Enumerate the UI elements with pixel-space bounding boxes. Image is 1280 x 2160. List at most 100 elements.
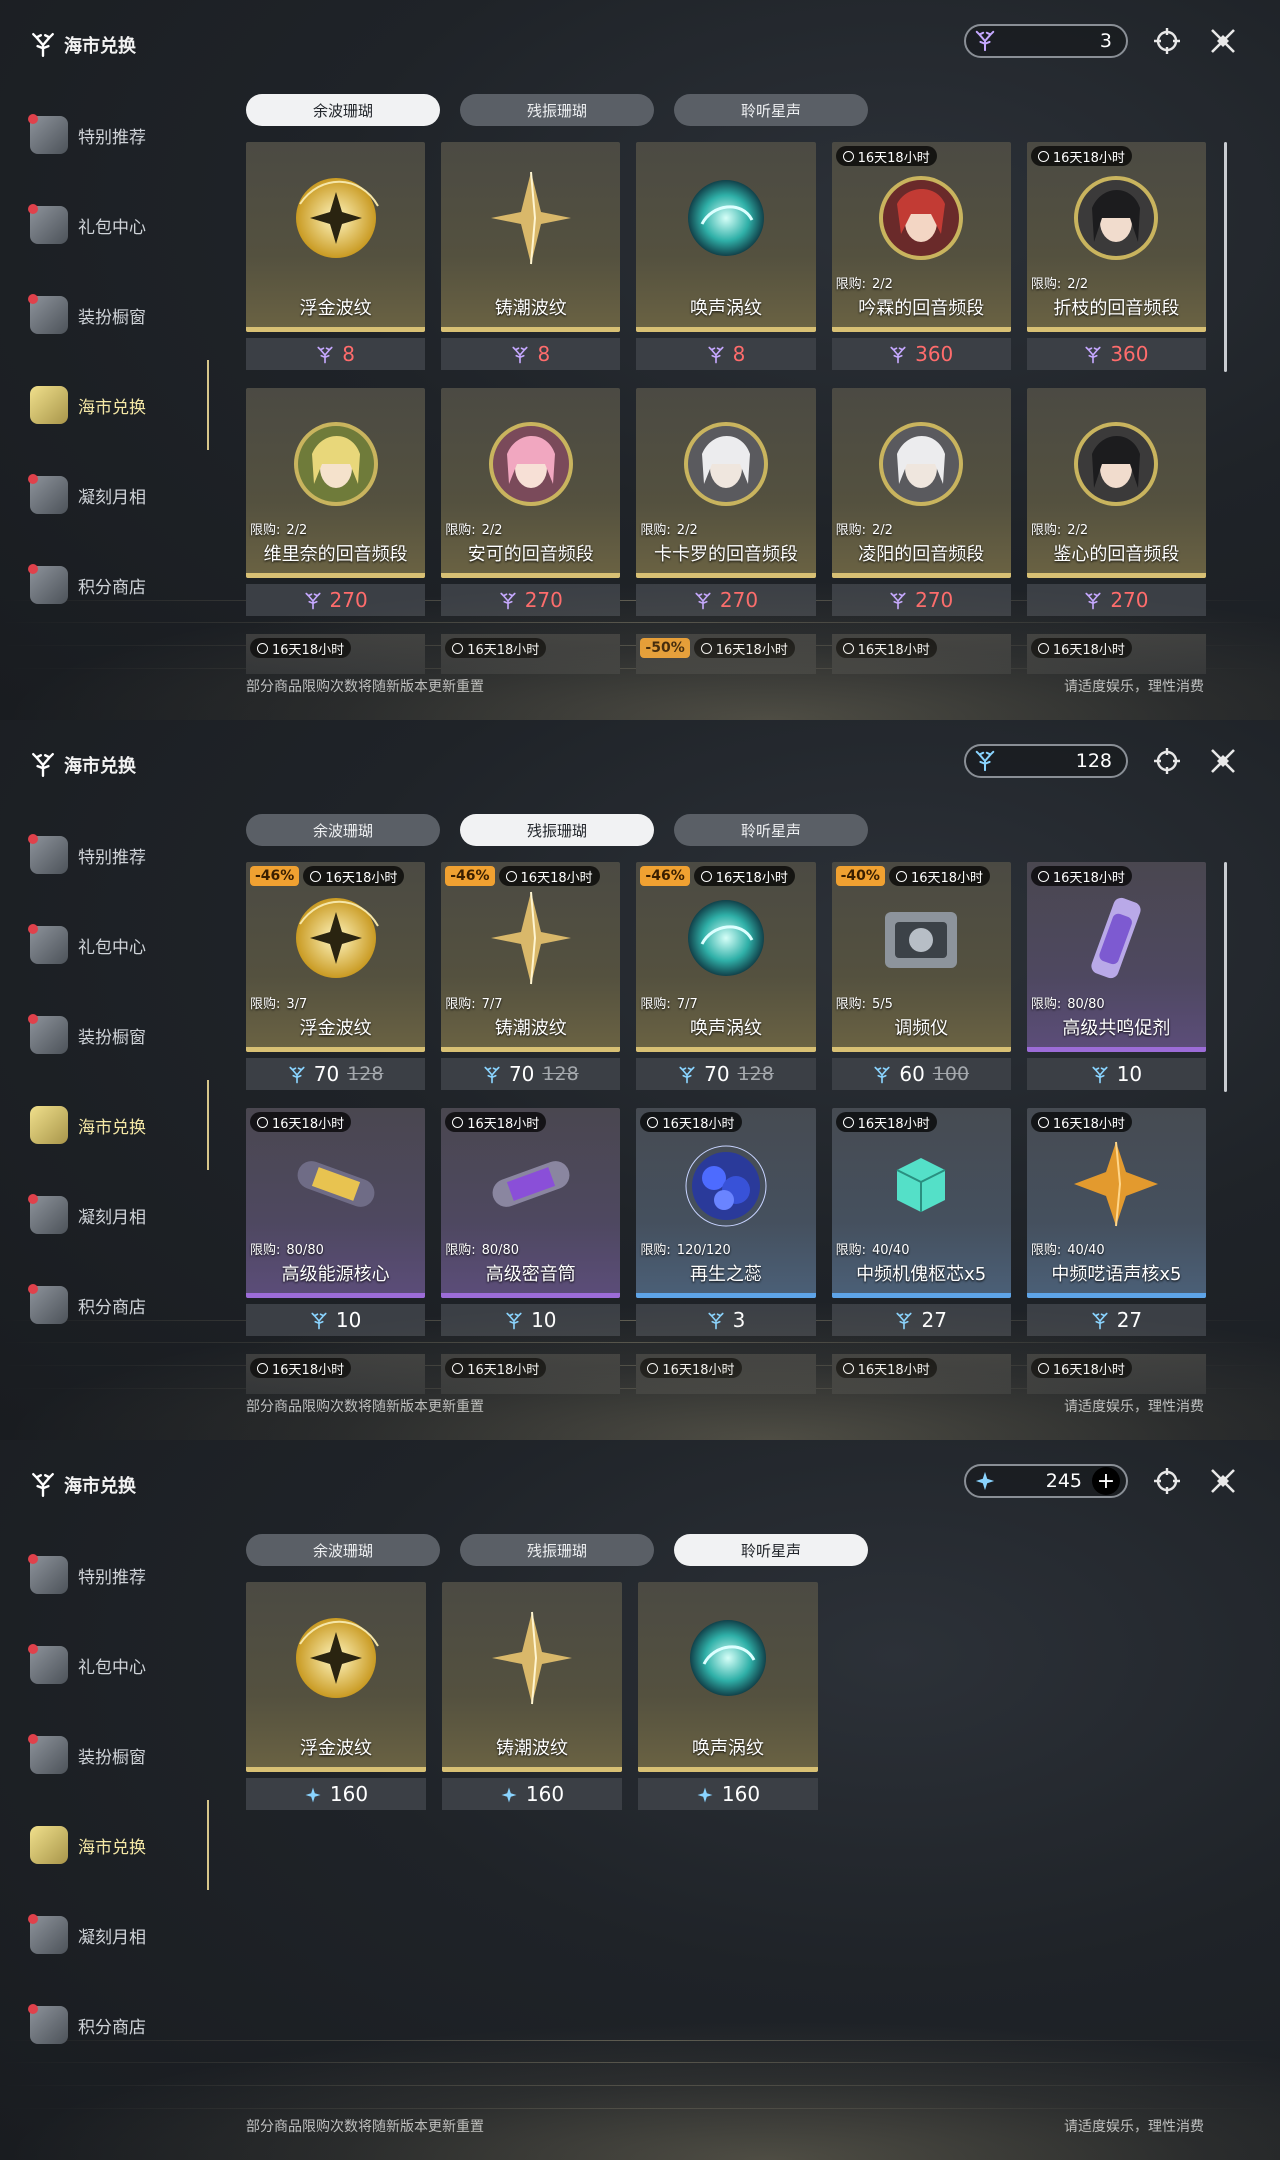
shop-item-card[interactable]: 浮金波纹 8 [246, 142, 426, 370]
sidebar-item-1[interactable]: 礼包中心 [28, 180, 208, 270]
scrollbar[interactable] [1224, 142, 1227, 372]
sidebar-item-0[interactable]: 特别推荐 [28, 90, 208, 180]
item-price[interactable]: 3 [636, 1304, 816, 1336]
sidebar-item-2[interactable]: 装扮橱窗 [28, 270, 208, 360]
shop-item-card[interactable]: 限购: 2/2 维里奈的回音频段 270 [246, 388, 426, 616]
sidebar-item-3[interactable]: 海市兑换 [28, 360, 208, 450]
shop-item-card[interactable]: 16天18小时 限购: 80/80 高级共鸣促剂 10 [1026, 862, 1207, 1090]
shop-item-card[interactable]: 限购: 2/2 凌阳的回音频段 270 [831, 388, 1011, 616]
shop-item-card-partial[interactable]: 16天18小时 [831, 634, 1011, 674]
item-price[interactable]: 70 128 [636, 1058, 816, 1090]
sidebar-item-4[interactable]: 凝刻月相 [28, 1890, 208, 1980]
shop-item-card[interactable]: -40% 16天18小时 限购: 5/5 调频仪 60 100 [831, 862, 1011, 1090]
currency-balance[interactable]: 3 [964, 24, 1128, 58]
item-price[interactable]: 10 [1026, 1058, 1207, 1090]
sidebar-item-3[interactable]: 海市兑换 [28, 1080, 208, 1170]
shop-item-card-partial[interactable]: 16天18小时 [636, 1354, 816, 1394]
close-icon[interactable] [1206, 24, 1240, 58]
item-price[interactable]: 27 [1026, 1304, 1207, 1336]
tab-0[interactable]: 余波珊瑚 [246, 814, 440, 846]
tab-2[interactable]: 聆听星声 [674, 1534, 868, 1566]
item-price[interactable]: 270 [246, 584, 426, 616]
item-price[interactable]: 8 [636, 338, 816, 370]
sidebar-item-5[interactable]: 积分商店 [28, 1980, 208, 2070]
tab-1[interactable]: 残振珊瑚 [460, 94, 654, 126]
orb-gold-icon [282, 1604, 390, 1712]
target-icon[interactable] [1150, 24, 1184, 58]
shop-item-card[interactable]: 唤声涡纹 8 [636, 142, 816, 370]
shop-item-card-partial[interactable]: 16天18小时 [1026, 634, 1207, 674]
shop-item-card-partial[interactable]: 16天18小时 [441, 634, 621, 674]
item-price[interactable]: 270 [831, 584, 1011, 616]
shop-item-card-partial[interactable]: 16天18小时 [831, 1354, 1011, 1394]
add-currency-button[interactable]: + [1092, 1467, 1120, 1495]
item-price[interactable]: 360 [831, 338, 1011, 370]
item-price[interactable]: 8 [441, 338, 621, 370]
shop-item-card[interactable]: 16天18小时 限购: 2/2 吟霖的回音频段 360 [831, 142, 1011, 370]
shop-item-card[interactable]: -46% 16天18小时 限购: 3/7 浮金波纹 70 128 [246, 862, 426, 1090]
shop-item-card[interactable]: -46% 16天18小时 限购: 7/7 铸潮波纹 70 128 [441, 862, 621, 1090]
shop-item-card[interactable]: 限购: 2/2 安可的回音频段 270 [441, 388, 621, 616]
shop-item-card[interactable]: 唤声涡纹 160 [638, 1582, 818, 1810]
shop-item-card[interactable]: 16天18小时 限购: 80/80 高级密音筒 10 [441, 1108, 621, 1336]
close-icon[interactable] [1206, 1464, 1240, 1498]
item-price[interactable]: 8 [246, 338, 426, 370]
shop-item-card-partial[interactable]: 16天18小时 [441, 1354, 621, 1394]
shop-item-card-partial[interactable]: 16天18小时 [1026, 1354, 1207, 1394]
shop-item-card[interactable]: 16天18小时 限购: 80/80 高级能源核心 10 [246, 1108, 426, 1336]
tab-1[interactable]: 残振珊瑚 [460, 814, 654, 846]
sidebar-item-0[interactable]: 特别推荐 [28, 1530, 208, 1620]
currency-balance[interactable]: 128 [964, 744, 1128, 778]
shop-item-card[interactable]: -46% 16天18小时 限购: 7/7 唤声涡纹 70 128 [636, 862, 816, 1090]
price-value: 10 [335, 1308, 362, 1332]
item-price[interactable]: 270 [441, 584, 621, 616]
sidebar-item-4[interactable]: 凝刻月相 [28, 1170, 208, 1260]
sidebar-item-3[interactable]: 海市兑换 [28, 1800, 208, 1890]
item-price[interactable]: 70 128 [441, 1058, 621, 1090]
item-price[interactable]: 360 [1026, 338, 1207, 370]
shop-item-card[interactable]: 16天18小时 限购: 2/2 折枝的回音频段 360 [1026, 142, 1207, 370]
item-price[interactable]: 70 128 [246, 1058, 426, 1090]
tab-0[interactable]: 余波珊瑚 [246, 1534, 440, 1566]
shop-item-card[interactable]: 限购: 2/2 鉴心的回音频段 270 [1026, 388, 1207, 616]
shop-item-card[interactable]: 16天18小时 限购: 40/40 中频呓语声核x5 27 [1026, 1108, 1207, 1336]
sidebar-item-5[interactable]: 积分商店 [28, 1260, 208, 1350]
item-name: 折枝的回音频段 [1053, 298, 1180, 319]
sidebar-item-0[interactable]: 特别推荐 [28, 810, 208, 900]
item-price[interactable]: 10 [441, 1304, 621, 1336]
device-icon [867, 884, 975, 992]
item-price[interactable]: 160 [638, 1778, 818, 1810]
scrollbar[interactable] [1224, 862, 1227, 1092]
shop-item-card[interactable]: 铸潮波纹 160 [442, 1582, 622, 1810]
tab-0[interactable]: 余波珊瑚 [246, 94, 440, 126]
item-price[interactable]: 60 100 [831, 1058, 1011, 1090]
item-price[interactable]: 270 [1026, 584, 1207, 616]
sidebar-item-1[interactable]: 礼包中心 [28, 1620, 208, 1710]
currency-balance[interactable]: 245 + [964, 1464, 1128, 1498]
shop-item-card[interactable]: 16天18小时 限购: 120/120 再生之蕊 3 [636, 1108, 816, 1336]
tab-1[interactable]: 残振珊瑚 [460, 1534, 654, 1566]
sidebar-item-5[interactable]: 积分商店 [28, 540, 208, 630]
sidebar-item-2[interactable]: 装扮橱窗 [28, 990, 208, 1080]
shop-item-card-partial[interactable]: 16天18小时 [246, 634, 426, 674]
target-icon[interactable] [1150, 744, 1184, 778]
shop-item-card[interactable]: 限购: 2/2 卡卡罗的回音频段 270 [636, 388, 816, 616]
close-icon[interactable] [1206, 744, 1240, 778]
item-price[interactable]: 270 [636, 584, 816, 616]
tab-2[interactable]: 聆听星声 [674, 94, 868, 126]
shop-item-card-partial[interactable]: 16天18小时 [246, 1354, 426, 1394]
sidebar-item-2[interactable]: 装扮橱窗 [28, 1710, 208, 1800]
item-price[interactable]: 160 [246, 1778, 426, 1810]
shop-item-card[interactable]: 浮金波纹 160 [246, 1582, 426, 1810]
sidebar-item-1[interactable]: 礼包中心 [28, 900, 208, 990]
item-name: 浮金波纹 [300, 1738, 372, 1759]
item-price[interactable]: 27 [831, 1304, 1011, 1336]
tab-2[interactable]: 聆听星声 [674, 814, 868, 846]
target-icon[interactable] [1150, 1464, 1184, 1498]
shop-item-card[interactable]: 16天18小时 限购: 40/40 中频机傀枢芯x5 27 [831, 1108, 1011, 1336]
item-price[interactable]: 10 [246, 1304, 426, 1336]
sidebar-item-4[interactable]: 凝刻月相 [28, 450, 208, 540]
item-price[interactable]: 160 [442, 1778, 622, 1810]
shop-item-card[interactable]: 铸潮波纹 8 [441, 142, 621, 370]
shop-item-card-partial[interactable]: -50% 16天18小时 [636, 634, 816, 674]
